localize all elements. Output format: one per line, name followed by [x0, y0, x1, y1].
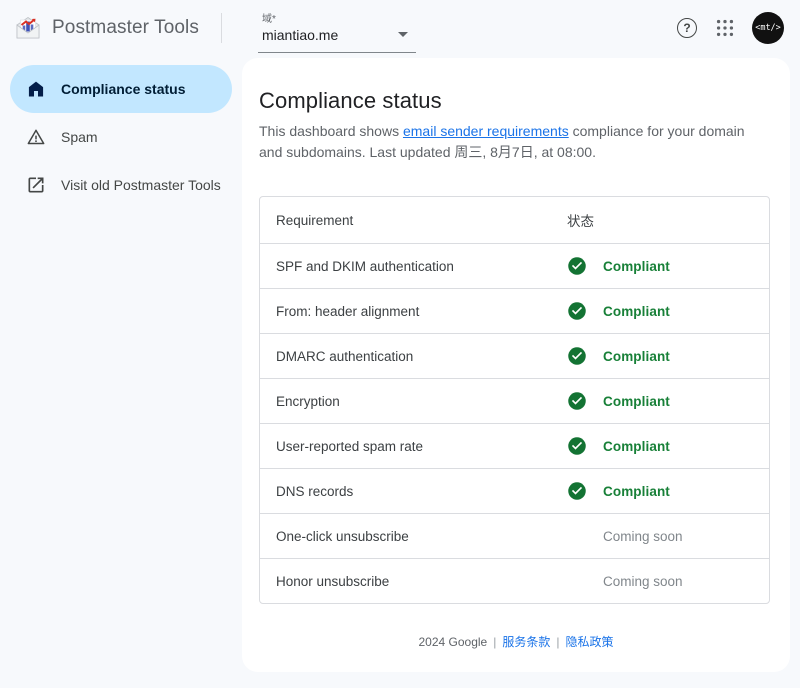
footer-separator: | [493, 635, 496, 649]
sidebar-item-label: Spam [61, 129, 98, 145]
help-button[interactable]: ? [670, 11, 704, 45]
domain-selector-value: miantiao.me [262, 26, 338, 44]
check-circle-icon [567, 256, 587, 276]
check-circle-icon [567, 346, 587, 366]
requirement-label: DNS records [260, 484, 567, 499]
postmaster-tools-logo-icon [14, 14, 42, 42]
description-prefix: This dashboard shows [259, 123, 403, 139]
requirement-label: Honor unsubscribe [260, 574, 567, 589]
app-title: Postmaster Tools [52, 17, 199, 39]
table-row: Encryption Compliant [260, 378, 769, 423]
sidebar-item-label: Visit old Postmaster Tools [61, 177, 221, 193]
requirement-label: From: header alignment [260, 304, 567, 319]
page-description: This dashboard shows email sender requir… [259, 121, 771, 163]
dropdown-arrow-icon [398, 32, 408, 37]
status-badge: Compliant [603, 304, 670, 319]
table-row: Honor unsubscribe Coming soon [260, 558, 769, 603]
table-header-row: Requirement 状态 [260, 197, 769, 243]
requirement-label: One-click unsubscribe [260, 529, 567, 544]
content-card: Compliance status This dashboard shows e… [242, 58, 790, 672]
domain-selector[interactable]: 域* miantiao.me [258, 8, 416, 53]
external-link-icon [26, 175, 46, 195]
status-badge: Compliant [603, 484, 670, 499]
sidebar: Compliance status Spam Visit old Postmas… [0, 56, 242, 688]
domain-selector-label: 域* [262, 14, 414, 26]
brand: Postmaster Tools [14, 14, 199, 42]
home-icon [26, 79, 46, 99]
requirement-label: DMARC authentication [260, 349, 567, 364]
status-badge: Compliant [603, 259, 670, 274]
privacy-policy-link[interactable]: 隐私政策 [565, 635, 613, 649]
status-badge: Compliant [603, 349, 670, 364]
footer-separator: | [556, 635, 559, 649]
check-circle-icon [567, 301, 587, 321]
header-divider [221, 13, 222, 43]
page-title: Compliance status [259, 88, 772, 114]
account-avatar[interactable]: <mt/> [752, 12, 784, 44]
status-column-header: 状态 [567, 210, 769, 230]
apps-grid-icon [714, 17, 736, 39]
main-layout: Compliance status Spam Visit old Postmas… [0, 56, 800, 688]
table-row: From: header alignment Compliant [260, 288, 769, 333]
check-circle-icon [567, 436, 587, 456]
requirement-label: User-reported spam rate [260, 439, 567, 454]
apps-grid-button[interactable] [708, 11, 742, 45]
table-row: SPF and DKIM authentication Compliant [260, 243, 769, 288]
status-badge: Coming soon [603, 529, 683, 544]
requirement-label: Encryption [260, 394, 567, 409]
top-bar: Postmaster Tools 域* miantiao.me ? <mt/> [0, 0, 800, 56]
check-circle-icon [567, 481, 587, 501]
warning-icon [26, 127, 46, 147]
terms-of-service-link[interactable]: 服务条款 [502, 635, 550, 649]
table-row: User-reported spam rate Compliant [260, 423, 769, 468]
help-icon: ? [677, 18, 697, 38]
check-circle-icon [567, 391, 587, 411]
card-footer: 2024 Google | 服务条款 | 隐私政策 [242, 633, 790, 650]
requirement-column-header: Requirement [260, 213, 567, 228]
email-sender-requirements-link[interactable]: email sender requirements [403, 123, 569, 139]
sidebar-item-spam[interactable]: Spam [10, 113, 232, 161]
status-badge: Coming soon [603, 574, 683, 589]
requirement-label: SPF and DKIM authentication [260, 259, 567, 274]
table-row: DMARC authentication Compliant [260, 333, 769, 378]
status-badge: Compliant [603, 439, 670, 454]
compliance-table: Requirement 状态 SPF and DKIM authenticati… [259, 196, 770, 604]
table-row: One-click unsubscribe Coming soon [260, 513, 769, 558]
sidebar-item-compliance-status[interactable]: Compliance status [10, 65, 232, 113]
sidebar-item-visit-old-postmaster-tools[interactable]: Visit old Postmaster Tools [10, 161, 232, 209]
copyright-text: 2024 Google [418, 635, 487, 649]
table-row: DNS records Compliant [260, 468, 769, 513]
status-badge: Compliant [603, 394, 670, 409]
sidebar-item-label: Compliance status [61, 81, 185, 97]
